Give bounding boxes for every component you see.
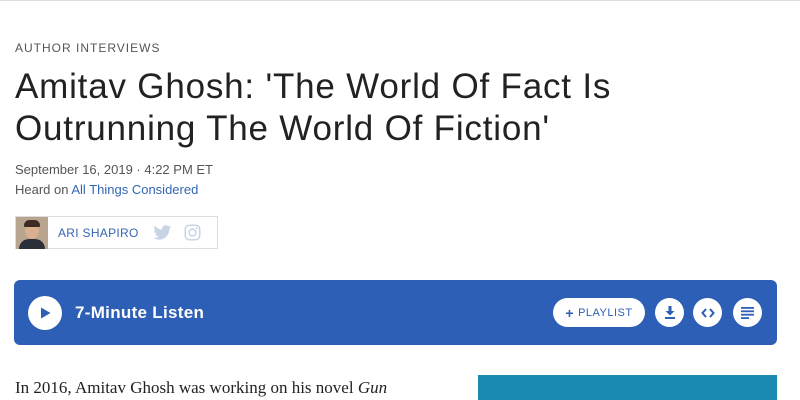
- article-body-first-line: In 2016, Amitav Ghosh was working on his…: [15, 378, 387, 398]
- twitter-icon[interactable]: [153, 224, 172, 241]
- article-image: [478, 375, 777, 400]
- plus-icon: +: [565, 304, 575, 321]
- play-icon: [41, 307, 51, 319]
- top-divider: [0, 0, 800, 1]
- embed-icon: [700, 307, 715, 318]
- article-date: September 16, 2019 · 4:22 PM ET: [15, 162, 213, 177]
- social-links: [153, 224, 201, 241]
- transcript-icon: [741, 306, 754, 319]
- add-to-playlist-button[interactable]: + PLAYLIST: [553, 298, 645, 327]
- book-title-fragment: Gun: [357, 378, 388, 397]
- article-headline: Amitav Ghosh: 'The World Of Fact Is Outr…: [15, 67, 612, 148]
- heard-on-line: Heard on All Things Considered: [15, 182, 198, 197]
- byline: ARI SHAPIRO: [15, 216, 218, 249]
- heard-on-prefix: Heard on: [15, 182, 72, 197]
- section-slug[interactable]: AUTHOR INTERVIEWS: [15, 41, 160, 55]
- author-avatar[interactable]: [16, 216, 48, 249]
- body-text-start: In 2016, Amitav Ghosh was working on his…: [15, 378, 358, 397]
- play-button[interactable]: [28, 296, 62, 330]
- download-button[interactable]: [655, 298, 684, 327]
- download-icon: [664, 306, 675, 319]
- listen-duration-label: 7-Minute Listen: [75, 303, 205, 322]
- instagram-icon[interactable]: [184, 224, 201, 241]
- author-name-link[interactable]: ARI SHAPIRO: [58, 226, 139, 240]
- show-link[interactable]: All Things Considered: [71, 182, 198, 197]
- playlist-label: PLAYLIST: [578, 306, 633, 319]
- embed-button[interactable]: [693, 298, 722, 327]
- audio-player: 7-Minute Listen + PLAYLIST: [14, 280, 777, 345]
- transcript-button[interactable]: [733, 298, 762, 327]
